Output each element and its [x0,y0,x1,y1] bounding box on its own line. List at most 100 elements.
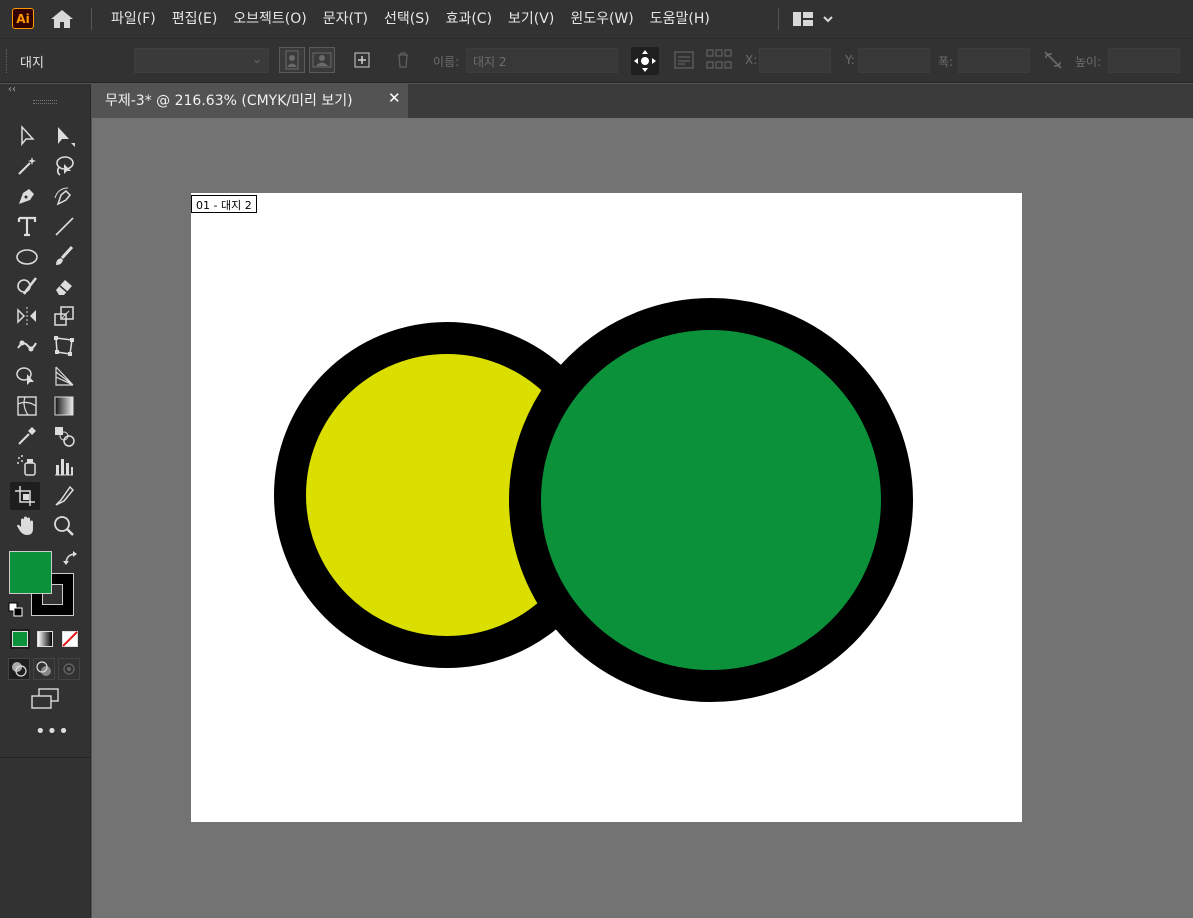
artboard-name-field[interactable]: 대지 2 [466,48,618,73]
height-label: 높이: [1075,55,1102,69]
gradient-icon [54,396,74,416]
default-fill-stroke-icon[interactable] [8,602,24,618]
rearrange-artboards-icon[interactable] [706,49,732,71]
artboard-tool[interactable] [10,482,40,510]
menu-bar: Ai 파일(F) 편집(E) 오브젝트(O) 문자(T) 선택(S) 효과(C)… [0,0,1193,38]
line-segment-tool[interactable] [49,212,79,240]
gradient-tool[interactable] [49,392,79,420]
magic-wand-icon [18,157,36,175]
perspective-grid-tool[interactable] [49,362,79,390]
curvature-pen-icon [54,187,72,206]
column-graph-tool[interactable] [49,452,79,480]
shaper-tool[interactable] [12,272,42,300]
selection-tool[interactable] [12,122,42,150]
height-field[interactable] [1108,48,1180,73]
delete-artboard-icon[interactable] [392,49,414,71]
draw-inside-icon [63,663,75,675]
symbol-sprayer-tool[interactable] [12,452,42,480]
artboard[interactable] [191,193,1022,822]
menu-edit[interactable]: 편집(E) [164,0,226,38]
menu-help[interactable]: 도움말(H) [642,0,718,38]
paintbrush-icon [56,245,74,265]
lasso-tool[interactable] [49,152,79,180]
type-tool[interactable] [12,212,42,240]
screen-mode-icon[interactable] [30,688,60,710]
scale-icon [54,306,74,326]
constrain-proportions-icon[interactable] [1042,49,1064,71]
slice-tool[interactable] [49,482,79,510]
draw-behind-icon [36,661,51,676]
swap-fill-stroke-icon[interactable] [62,550,80,568]
menu-select[interactable]: 선택(S) [376,0,438,38]
free-transform-tool[interactable] [49,332,79,360]
width-field[interactable] [958,48,1030,73]
reflect-tool[interactable] [12,302,42,330]
landscape-button[interactable] [309,47,335,73]
zoom-tool[interactable] [49,512,79,540]
none-mode-button[interactable] [60,629,80,649]
panel-grip[interactable] [6,49,9,73]
color-mode-button[interactable] [10,629,30,649]
draw-normal-icon [12,662,27,677]
gradient-mode-button[interactable] [35,629,55,649]
blend-tool[interactable] [49,422,79,450]
ellipse-icon [16,249,38,265]
artboard-preset-dropdown[interactable]: ⌄ [134,48,269,73]
eraser-tool[interactable] [49,272,79,300]
fill-swatch[interactable] [9,551,52,594]
magic-wand-tool[interactable] [12,152,42,180]
menu-type[interactable]: 문자(T) [315,0,376,38]
shape-builder-icon [16,367,34,385]
curvature-tool[interactable] [49,182,79,210]
perspective-grid-icon [55,366,74,386]
mesh-tool[interactable] [12,392,42,420]
new-artboard-icon[interactable] [351,49,373,71]
shape-builder-tool[interactable] [12,362,42,390]
eyedropper-tool[interactable] [12,422,42,450]
draw-behind-button[interactable] [33,658,55,680]
pen-tool[interactable] [12,182,42,210]
close-icon[interactable]: ✕ [388,89,401,107]
scale-tool[interactable] [49,302,79,330]
chevron-down-icon: ⌄ [251,52,262,66]
artboard-options-icon[interactable] [673,49,695,71]
draw-normal-button[interactable] [8,658,30,680]
document-tab[interactable]: 무제-3* @ 216.63% (CMYK/미리 보기) ✕ [92,84,408,118]
direct-selection-tool[interactable] [49,122,79,150]
type-icon [17,216,37,237]
panel-grip[interactable] [33,100,57,104]
name-label: 이름: [433,55,460,69]
x-field[interactable] [759,48,831,73]
panel-divider [0,757,91,758]
menu-file[interactable]: 파일(F) [103,0,164,38]
shaper-icon [17,277,37,295]
more-tools-icon[interactable]: ••• [35,723,70,741]
draw-inside-button[interactable] [58,658,80,680]
collapse-panel-icon[interactable]: ‹‹ [8,84,16,95]
menu-divider [91,8,92,30]
gradient-swatch-icon [37,631,53,647]
none-swatch-icon [62,631,78,647]
y-field[interactable] [858,48,930,73]
ellipse-tool[interactable] [12,242,42,270]
document-tab-bar: 무제-3* @ 216.63% (CMYK/미리 보기) ✕ [92,84,1193,118]
menu-window[interactable]: 윈도우(W) [562,0,641,38]
control-bar-label: 대지 [20,56,44,71]
puppet-warp-tool[interactable] [12,332,42,360]
eyedropper-icon [18,427,36,445]
slice-knife-icon [55,485,75,506]
color-swatch-icon [12,631,28,647]
zoom-magnifier-icon [54,516,74,536]
paintbrush-tool[interactable] [49,242,79,270]
landscape-icon [312,52,332,68]
artboard-icon [15,486,35,506]
menu-view[interactable]: 보기(V) [500,0,562,38]
workspace-switcher-icon[interactable] [792,9,836,29]
hand-tool[interactable] [12,512,42,540]
portrait-button[interactable] [279,47,305,73]
menu-object[interactable]: 오브젝트(O) [225,0,314,38]
home-icon[interactable] [49,8,75,30]
portrait-icon [285,50,299,70]
move-with-artwork-button[interactable] [631,47,659,75]
menu-effect[interactable]: 효과(C) [438,0,500,38]
